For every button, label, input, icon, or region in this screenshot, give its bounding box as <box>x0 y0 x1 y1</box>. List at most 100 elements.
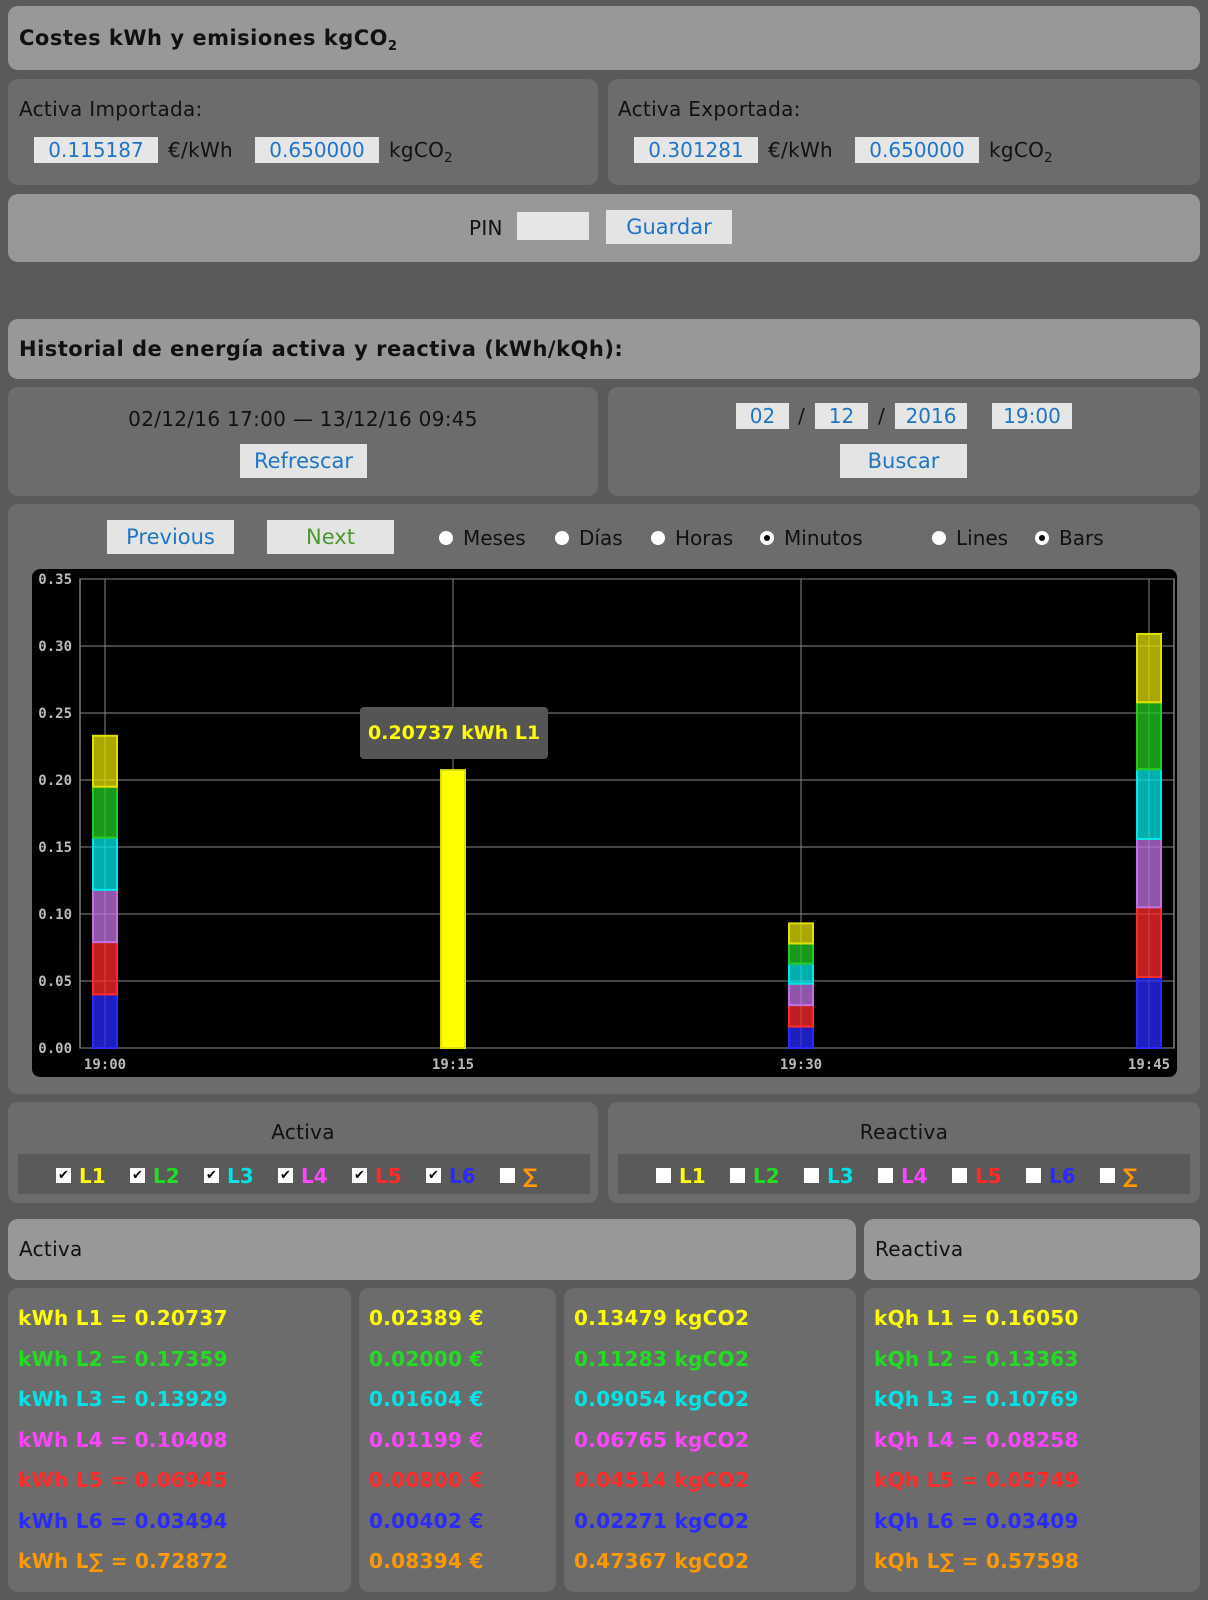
bar-segment-l5[interactable] <box>1136 906 1162 978</box>
chart-container: 0.00 0.05 0.10 0.15 0.20 0.25 0.30 0.35 19:00 19:… <box>32 569 1177 1077</box>
activa-checkbox-sum[interactable]: ∑ <box>500 1164 537 1188</box>
kqh-result-row: kQh L3 = 0.10769 <box>874 1387 1079 1411</box>
eur-result-row: 0.01199 € <box>369 1427 484 1452</box>
radio-bars[interactable]: Bars <box>1035 526 1104 550</box>
bar-segment-l2[interactable] <box>788 942 814 965</box>
kqh-result-row: kQh L∑ = 0.57598 <box>874 1549 1080 1573</box>
checkbox-checked-icon: ✔ <box>426 1168 441 1183</box>
kqh-results-column: kQh L1 = 0.16050 kQh L2 = 0.13363 kQh L3 =… <box>864 1288 1200 1592</box>
range-text: 02/12/16 17:00 — 13/12/16 09:45 <box>128 407 478 431</box>
kwh-result-row: kWh L4 = 0.10408 <box>18 1427 228 1452</box>
reactiva-checkbox-l2[interactable]: L2 <box>730 1164 780 1188</box>
eur-result-row: 0.02000 € <box>369 1346 484 1371</box>
reactiva-check-title: Reactiva <box>859 1120 949 1144</box>
reactiva-checkbox-l4[interactable]: L4 <box>878 1164 928 1188</box>
bar-segment-l5[interactable] <box>92 941 118 996</box>
reactiva-checkbox-l1[interactable]: L1 <box>656 1164 706 1188</box>
reactiva-checkbox-l6[interactable]: L6 <box>1026 1164 1076 1188</box>
year-input[interactable]: 2016 <box>895 403 967 429</box>
bar-segment-l6[interactable] <box>1136 975 1162 1050</box>
bar-segment-l5[interactable] <box>788 1004 814 1028</box>
radio-dot <box>439 530 453 545</box>
kwh-result-row: kWh L2 = 0.17359 <box>18 1346 228 1371</box>
bar-segment-l2[interactable] <box>92 785 118 839</box>
reactiva-checkbox-l3[interactable]: L3 <box>804 1164 854 1188</box>
bar-segment-l4[interactable] <box>1136 837 1162 909</box>
next-button[interactable]: Next <box>267 520 394 554</box>
imported-co2-input[interactable]: 0.650000 <box>255 137 379 163</box>
kqh-result-row: kQh L5 = 0.05749 <box>874 1468 1079 1492</box>
reactiva-check-row: L1 L2 L3 L4 L5 L6 ∑ <box>618 1154 1190 1194</box>
eur-result-row: 0.00800 € <box>369 1468 484 1492</box>
day-input[interactable]: 02 <box>736 403 789 429</box>
checkbox-empty-icon <box>730 1168 745 1183</box>
checkbox-label: L5 <box>975 1164 1002 1188</box>
radio-dot <box>932 530 946 545</box>
pin-input[interactable] <box>517 212 589 240</box>
time-input[interactable]: 19:00 <box>992 403 1072 429</box>
co2-result-row: 0.04514 kgCO2 <box>574 1468 750 1492</box>
radio-dot <box>651 530 665 545</box>
plot-area <box>79 578 1175 1049</box>
checkbox-empty-icon <box>656 1168 671 1183</box>
radio-dot <box>555 530 569 545</box>
activa-checkbox-l1[interactable]: ✔ L1 <box>56 1164 106 1188</box>
activa-checkbox-l6[interactable]: ✔ L6 <box>426 1164 476 1188</box>
search-button[interactable]: Buscar <box>840 444 967 478</box>
exported-price-input[interactable]: 0.301281 <box>634 137 758 163</box>
date-sep-1: / <box>798 404 806 428</box>
activa-checkbox-l5[interactable]: ✔ L5 <box>352 1164 402 1188</box>
costs-header: Costes kWh y emisiones kgCO2 <box>8 6 1200 70</box>
radio-lines[interactable]: Lines <box>932 526 1008 550</box>
bar-segment-l2[interactable] <box>1136 701 1162 771</box>
radio-horas[interactable]: Horas <box>651 526 733 550</box>
bar-segment-l3[interactable] <box>92 836 118 891</box>
bar-segment-l4[interactable] <box>788 982 814 1007</box>
checkbox-label: L4 <box>901 1164 928 1188</box>
y-tick-label: 0.15 <box>38 840 72 856</box>
kqh-result-row: kQh L4 = 0.08258 <box>874 1427 1079 1452</box>
pin-panel: PIN Guardar <box>8 194 1200 262</box>
activa-checkbox-l4[interactable]: ✔ L4 <box>278 1164 328 1188</box>
activa-checkbox-l2[interactable]: ✔ L2 <box>130 1164 180 1188</box>
bar-segment-l1[interactable] <box>440 769 466 1049</box>
bar-segment-l3[interactable] <box>788 962 814 985</box>
history-header: Historial de energía activa y reactiva (… <box>8 319 1200 379</box>
energy-bar-chart[interactable]: 0.00 0.05 0.10 0.15 0.20 0.25 0.30 0.35 19:00 19:… <box>32 569 1177 1077</box>
imported-price-input[interactable]: 0.115187 <box>34 137 158 163</box>
exported-co2-input[interactable]: 0.650000 <box>855 137 979 163</box>
exported-panel: Activa Exportada: 0.301281 €/kWh 0.65000… <box>608 79 1200 185</box>
radio-dias[interactable]: Días <box>555 526 623 550</box>
activa-checkbox-l3[interactable]: ✔ L3 <box>204 1164 254 1188</box>
kqh-result-row: kQh L1 = 0.16050 <box>874 1306 1079 1330</box>
radio-dot-selected <box>1035 530 1049 545</box>
previous-button[interactable]: Previous <box>107 520 234 554</box>
eur-result-row: 0.02389 € <box>369 1306 484 1330</box>
co2-results-column: 0.13479 kgCO2 0.11283 kgCO2 0.09054 kgCO2 0… <box>564 1288 856 1592</box>
activa-check-panel: Activa ✔ L1 ✔ L2 ✔ L3 ✔ L4 ✔ L5 ✔ L6 ∑ <box>8 1102 598 1203</box>
reactiva-checkbox-l5[interactable]: L5 <box>952 1164 1002 1188</box>
bar-segment-l6[interactable] <box>788 1025 814 1049</box>
y-tick-label: 0.25 <box>38 706 72 722</box>
bar-segment-l3[interactable] <box>1136 768 1162 840</box>
month-input[interactable]: 12 <box>815 403 868 429</box>
checkbox-label: L1 <box>679 1164 706 1188</box>
bar-segment-l6[interactable] <box>92 993 118 1049</box>
checkbox-label: L6 <box>449 1164 476 1188</box>
bar-segment-l1[interactable] <box>788 922 814 945</box>
save-button[interactable]: Guardar <box>606 210 732 244</box>
radio-minutos[interactable]: Minutos <box>760 526 863 550</box>
checkbox-checked-icon: ✔ <box>204 1168 219 1183</box>
bar-segment-l1[interactable] <box>92 734 118 788</box>
range-panel: 02/12/16 17:00 — 13/12/16 09:45 Refresca… <box>8 387 598 496</box>
reactiva-checkbox-sum[interactable]: ∑ <box>1100 1164 1137 1188</box>
checkbox-empty-icon <box>878 1168 893 1183</box>
refresh-button[interactable]: Refrescar <box>240 444 367 478</box>
bar-segment-l1[interactable] <box>1136 632 1162 704</box>
checkbox-empty-icon <box>804 1168 819 1183</box>
co2-result-row: 0.47367 kgCO2 <box>574 1549 750 1573</box>
checkbox-label: L2 <box>753 1164 780 1188</box>
radio-meses[interactable]: Meses <box>439 526 526 550</box>
checkbox-label: L2 <box>153 1164 180 1188</box>
bar-segment-l4[interactable] <box>92 888 118 944</box>
